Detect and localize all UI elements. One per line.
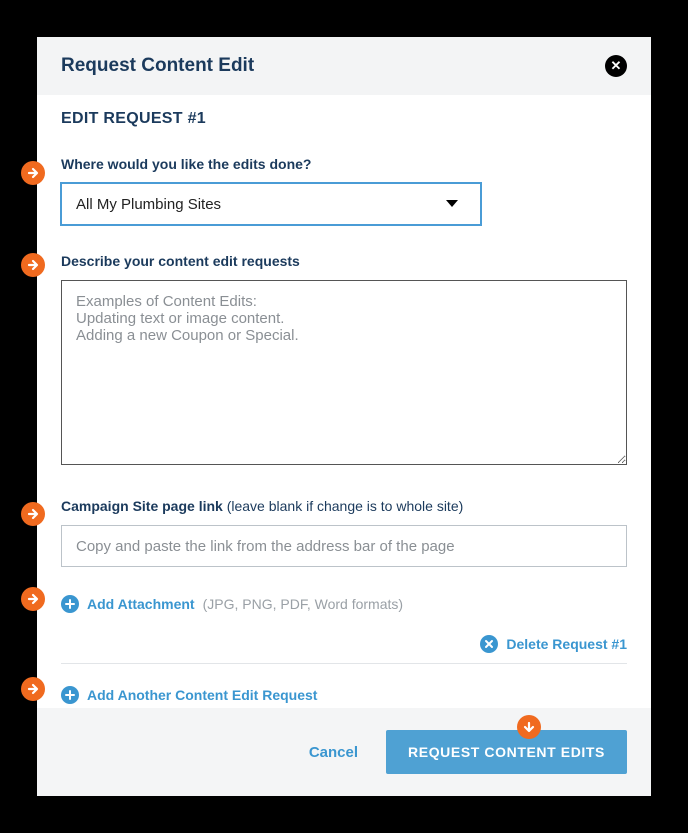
where-edits-select[interactable] [61,183,481,225]
modal-header: Request Content Edit ✕ [37,37,651,95]
delete-request-button[interactable]: Delete Request #1 [480,635,627,653]
plus-circle-icon [61,686,79,704]
close-button[interactable]: ✕ [605,55,627,77]
annotation-arrow-icon [21,253,45,277]
annotation-arrow-icon [21,502,45,526]
x-circle-icon [480,635,498,653]
modal-body: EDIT REQUEST #1 Where would you like the… [37,95,651,708]
annotation-arrow-icon [21,587,45,611]
page-link-hint: (leave blank if change is to whole site) [227,498,464,514]
annotation-arrow-icon [21,161,45,185]
delete-request-row: Delete Request #1 [61,635,627,653]
add-another-request-button[interactable]: Add Another Content Edit Request [61,686,627,704]
add-another-request-label: Add Another Content Edit Request [87,687,317,703]
close-icon: ✕ [611,58,622,74]
annotation-arrow-icon [21,677,45,701]
where-edits-label: Where would you like the edits done? [61,156,627,172]
attachment-formats-hint: (JPG, PNG, PDF, Word formats) [203,596,403,612]
divider [61,663,627,664]
add-attachment-label: Add Attachment [87,596,195,612]
modal-footer: Cancel REQUEST CONTENT EDITS [37,708,651,796]
page-link-label: Campaign Site page link (leave blank if … [61,498,627,514]
plus-circle-icon [61,595,79,613]
where-edits-select-wrap [61,183,481,225]
delete-request-label: Delete Request #1 [506,636,627,652]
describe-edits-textarea[interactable] [61,280,627,465]
page-link-input[interactable] [61,525,627,567]
cancel-button[interactable]: Cancel [309,744,358,761]
edit-request-section-title: EDIT REQUEST #1 [61,110,627,128]
annotation-arrow-down-icon [517,715,541,739]
page-link-label-text: Campaign Site page link [61,498,227,514]
request-content-edit-modal: Request Content Edit ✕ EDIT REQUEST #1 W… [37,37,651,796]
modal-title: Request Content Edit [61,55,254,77]
add-attachment-button[interactable]: Add Attachment (JPG, PNG, PDF, Word form… [61,595,627,613]
describe-edits-label: Describe your content edit requests [61,253,627,269]
request-content-edits-button[interactable]: REQUEST CONTENT EDITS [386,730,627,774]
